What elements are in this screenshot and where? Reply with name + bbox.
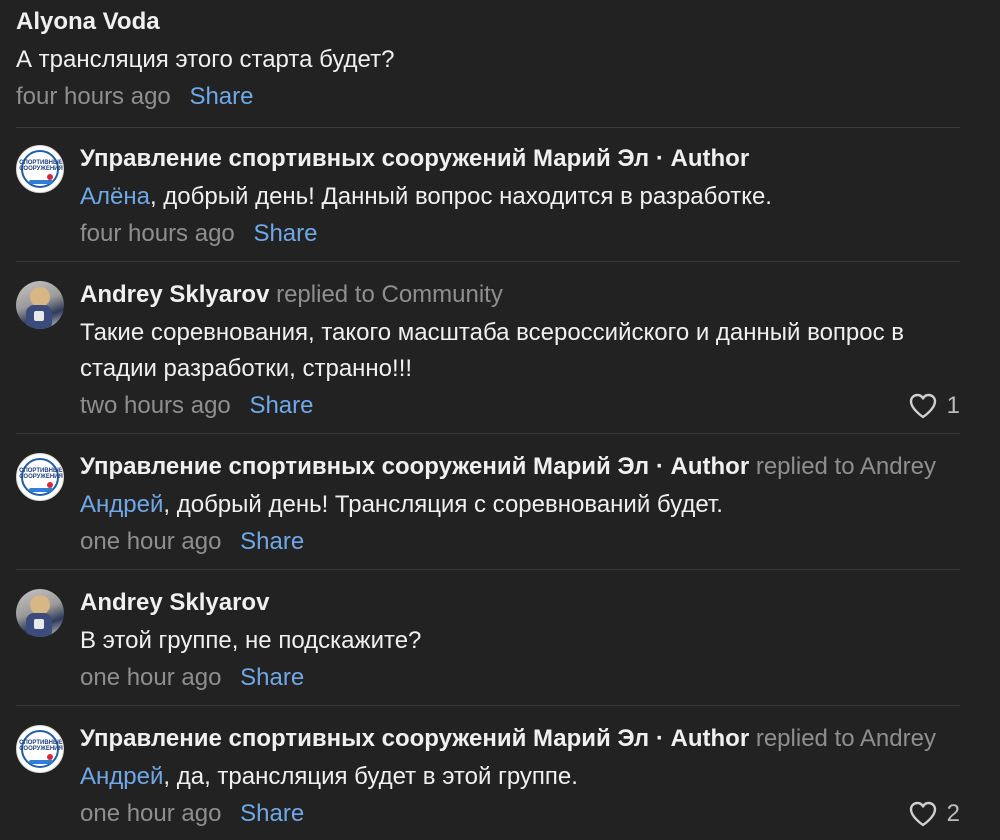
reply-author-line: Andrey Sklyarov replied to Community (80, 281, 960, 309)
like-button[interactable]: 1 (909, 391, 960, 421)
user-avatar[interactable] (16, 589, 64, 637)
reply-comment: Andrey Sklyarov replied to Community Так… (16, 281, 960, 421)
comment-timestamp: four hours ago (16, 83, 171, 110)
reply-comment: СПОРТИВНЫЕ СООРУЖЕНИЯ Управление спортив… (16, 725, 960, 829)
share-link[interactable]: Share (189, 83, 253, 110)
comment-author-line: Alyona Voda (16, 8, 960, 36)
reply-text-body: , добрый день! Трансляция с соревнований… (163, 491, 723, 518)
like-button[interactable]: 2 (909, 799, 960, 829)
reply-text-body: , добрый день! Данный вопрос находится в… (149, 183, 772, 210)
reply-timestamp: one hour ago (80, 664, 222, 691)
reply-author[interactable]: Управление спортивных сооружений Марий Э… (80, 453, 649, 480)
divider (16, 569, 960, 570)
reply-author-line: Управление спортивных сооружений Марий Э… (80, 453, 960, 481)
reply-author[interactable]: Управление спортивных сооружений Марий Э… (80, 145, 649, 172)
divider (16, 127, 960, 128)
share-link[interactable]: Share (249, 392, 313, 419)
mention-link[interactable]: Андрей (80, 763, 163, 790)
reply-comment: Andrey Sklyarov В этой группе, не подска… (16, 589, 960, 693)
reply-author[interactable]: Управление спортивных сооружений Марий Э… (80, 725, 649, 752)
comment-footer: four hours ago Share (16, 82, 960, 112)
reply-timestamp: two hours ago (80, 392, 231, 419)
author-badge: · Author (655, 453, 750, 480)
like-count: 1 (946, 392, 960, 419)
comment-text: А трансляция этого старта будет? (16, 46, 395, 73)
heart-icon (909, 801, 936, 827)
reply-text-body: , да, трансляция будет в этой группе. (163, 763, 578, 790)
reply-footer: two hours ago Share 1 (80, 391, 960, 421)
org-avatar[interactable]: СПОРТИВНЫЕ СООРУЖЕНИЯ (16, 725, 64, 773)
reply-timestamp: one hour ago (80, 528, 222, 555)
author-badge: · Author (655, 145, 750, 172)
user-avatar[interactable] (16, 281, 64, 329)
replied-to-label[interactable]: replied to Community (276, 281, 503, 308)
reply-comment: СПОРТИВНЫЕ СООРУЖЕНИЯ Управление спортив… (16, 453, 960, 557)
reply-timestamp: one hour ago (80, 800, 222, 827)
comment-author[interactable]: Alyona Voda (16, 8, 160, 35)
replied-to-label[interactable]: replied to Andrey (756, 725, 936, 752)
top-comment: Alyona Voda А трансляция этого старта бу… (16, 8, 960, 112)
reply-footer: one hour ago Share (80, 663, 960, 693)
divider (16, 261, 960, 262)
org-avatar[interactable]: СПОРТИВНЫЕ СООРУЖЕНИЯ (16, 145, 64, 193)
org-avatar-label: СПОРТИВНЫЕ СООРУЖЕНИЯ (19, 160, 63, 172)
share-link[interactable]: Share (240, 528, 304, 555)
reply-footer: one hour ago Share (80, 527, 960, 557)
replied-to-label[interactable]: replied to Andrey (756, 453, 936, 480)
reply-text: Алёна, добрый день! Данный вопрос находи… (80, 179, 960, 215)
divider (16, 433, 960, 434)
reply-footer: four hours ago Share (80, 219, 960, 249)
org-avatar-label: СПОРТИВНЫЕ СООРУЖЕНИЯ (19, 740, 63, 752)
reply-text: Андрей, да, трансляция будет в этой груп… (80, 759, 960, 795)
reply-comment: СПОРТИВНЫЕ СООРУЖЕНИЯ Управление спортив… (16, 145, 960, 249)
mention-link[interactable]: Андрей (80, 491, 163, 518)
share-link[interactable]: Share (240, 800, 304, 827)
reply-footer: one hour ago Share 2 (80, 799, 960, 829)
reply-text: Андрей, добрый день! Трансляция с соревн… (80, 487, 960, 523)
mention-link[interactable]: Алёна (80, 183, 150, 210)
org-avatar[interactable]: СПОРТИВНЫЕ СООРУЖЕНИЯ (16, 453, 64, 501)
reply-author-line: Andrey Sklyarov (80, 589, 960, 617)
reply-author[interactable]: Andrey Sklyarov (80, 281, 269, 308)
heart-icon (909, 393, 936, 419)
author-badge: · Author (655, 725, 750, 752)
reply-author-line: Управление спортивных сооружений Марий Э… (80, 725, 960, 753)
reply-author-line: Управление спортивных сооружений Марий Э… (80, 145, 960, 173)
reply-timestamp: four hours ago (80, 220, 235, 247)
org-avatar-label: СПОРТИВНЫЕ СООРУЖЕНИЯ (19, 468, 63, 480)
divider (16, 705, 960, 706)
share-link[interactable]: Share (240, 664, 304, 691)
reply-text: В этой группе, не подскажите? (80, 627, 422, 654)
reply-author[interactable]: Andrey Sklyarov (80, 589, 269, 616)
share-link[interactable]: Share (253, 220, 317, 247)
reply-text: Такие соревнования, такого масштаба всер… (80, 319, 905, 382)
like-count: 2 (946, 800, 960, 827)
